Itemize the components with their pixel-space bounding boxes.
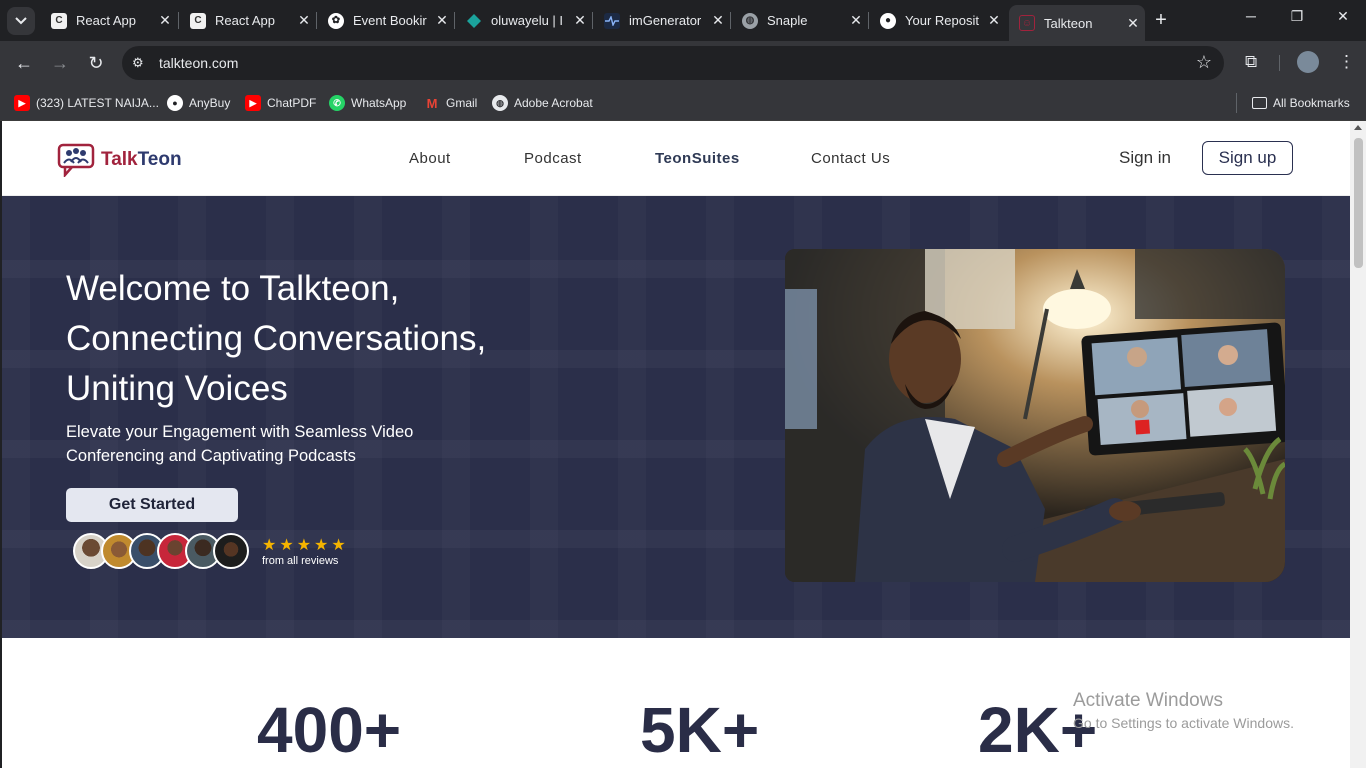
gmail-icon: M <box>426 95 438 111</box>
logo-text-primary: Talk <box>101 149 138 170</box>
rating-stars: ★ ★ ★ ★ ★ <box>262 535 346 555</box>
reviews-caption: from all reviews <box>262 555 339 567</box>
bookmarks-bar: ▶ (323) LATEST NAIJA... ● AnyBuy ▶ ChatP… <box>0 86 1366 121</box>
all-bookmarks[interactable]: All Bookmarks <box>1252 93 1350 113</box>
close-icon[interactable]: ✕ <box>1121 15 1145 32</box>
tab-event-booking[interactable]: ✿ Event Bookir ✕ <box>318 6 454 35</box>
forward-button[interactable]: → <box>48 52 72 76</box>
site-logo[interactable]: TalkTeon <box>57 143 182 177</box>
minimize-button[interactable]: ─ <box>1236 8 1266 24</box>
browser-toolbar: ← → ↻ ⚙ talkteon.com ☆ ⧉ ⋮ <box>0 41 1366 86</box>
sign-up-button[interactable]: Sign up <box>1202 141 1293 175</box>
profile-avatar[interactable] <box>1297 51 1319 73</box>
tab-react-app-2[interactable]: C React App ✕ <box>180 6 316 35</box>
close-icon[interactable]: ✕ <box>153 12 177 29</box>
star-icon: ★ <box>262 537 277 554</box>
whatsapp-icon: ✆ <box>329 95 345 111</box>
github-icon: ● <box>167 95 183 111</box>
chevron-down-icon <box>15 17 27 25</box>
star-icon: ★ <box>296 537 312 554</box>
star-icon: ★ <box>279 537 294 554</box>
logo-text-secondary: Teon <box>137 149 182 170</box>
back-button[interactable]: ← <box>12 52 36 76</box>
close-icon[interactable]: ✕ <box>706 12 730 29</box>
sign-in-link[interactable]: Sign in <box>1119 148 1171 168</box>
tab-imgenerator[interactable]: imGenerator ✕ <box>594 6 730 35</box>
folder-icon <box>1252 97 1267 109</box>
star-icon: ★ <box>331 537 346 554</box>
tab-talkteon[interactable]: ☺ Talkteon ✕ <box>1009 5 1145 41</box>
globe-icon: ◍ <box>742 12 758 29</box>
talkteon-icon: ☺ <box>1019 15 1035 31</box>
restore-button[interactable]: ❐ <box>1282 8 1312 25</box>
tab-oluwayelu[interactable]: oluwayelu | I ✕ <box>456 6 592 35</box>
github-icon: ● <box>880 12 896 29</box>
diamond-icon <box>466 13 482 29</box>
bookmark-gmail[interactable]: M Gmail <box>424 93 478 113</box>
globe-icon: ◍ <box>492 95 508 111</box>
stat-value: 400+ <box>257 694 402 766</box>
bookmark-star-icon[interactable]: ☆ <box>1196 52 1212 73</box>
extensions-icon[interactable]: ⧉ <box>1245 52 1257 72</box>
close-icon[interactable]: ✕ <box>982 12 1006 29</box>
pulse-icon <box>604 12 620 29</box>
talkteon-logo-icon <box>57 143 95 177</box>
close-icon[interactable]: ✕ <box>430 12 454 29</box>
reload-button[interactable]: ↻ <box>84 52 108 76</box>
tab-react-app-1[interactable]: C React App ✕ <box>41 6 177 35</box>
react-app-icon: C <box>190 12 206 29</box>
video-call-illustration <box>785 249 1285 582</box>
nav-podcast[interactable]: Podcast <box>524 150 582 167</box>
youtube-icon: ▶ <box>14 95 30 111</box>
nav-teonsuites[interactable]: TeonSuites <box>655 150 740 167</box>
react-app-icon: C <box>51 12 67 29</box>
bookmark-adobe-acrobat[interactable]: ◍ Adobe Acrobat <box>492 93 593 113</box>
close-icon[interactable]: ✕ <box>568 12 592 29</box>
bookmark-whatsapp[interactable]: ✆ WhatsApp <box>329 93 406 113</box>
activate-windows-title: Activate Windows <box>1073 690 1223 711</box>
tab-snaple[interactable]: ◍ Snaple ✕ <box>732 6 868 35</box>
close-icon[interactable]: ✕ <box>844 12 868 29</box>
more-menu-icon[interactable]: ⋮ <box>1338 52 1355 72</box>
new-tab-button[interactable]: + <box>1150 9 1172 31</box>
hero-section: Welcome to Talkteon, Connecting Conversa… <box>2 196 1350 638</box>
address-bar[interactable]: ⚙ talkteon.com ☆ <box>122 46 1224 80</box>
hero-image <box>785 249 1285 582</box>
close-icon[interactable]: ✕ <box>292 12 316 29</box>
hero-subtitle: Elevate your Engagement with Seamless Vi… <box>66 423 414 465</box>
youtube-icon: ▶ <box>245 95 261 111</box>
scroll-up-arrow-icon[interactable] <box>1354 125 1362 130</box>
nav-about[interactable]: About <box>409 150 451 167</box>
hero-title: Welcome to Talkteon, Connecting Conversa… <box>66 269 487 408</box>
activate-windows-subtitle: Go to Settings to activate Windows. <box>1073 715 1294 731</box>
chatgpt-icon: ✿ <box>328 12 344 29</box>
star-icon: ★ <box>314 537 329 554</box>
site-info-icon[interactable]: ⚙ <box>132 55 148 71</box>
avatar <box>213 533 249 569</box>
page-viewport: TalkTeon About Podcast TeonSuites Contac… <box>2 121 1350 768</box>
tab-strip: C React App ✕ C React App ✕ ✿ Event Book… <box>0 0 1366 41</box>
nav-contact-us[interactable]: Contact Us <box>811 150 890 167</box>
stat-value: 5K+ <box>640 694 760 766</box>
bookmark-latest-naija[interactable]: ▶ (323) LATEST NAIJA... <box>14 93 159 113</box>
url-text[interactable]: talkteon.com <box>159 55 238 71</box>
reviewer-avatars <box>73 533 249 569</box>
close-window-button[interactable]: ✕ <box>1328 8 1358 25</box>
page-scrollbar[interactable] <box>1350 121 1366 768</box>
tab-github-repos[interactable]: ● Your Reposit ✕ <box>870 6 1006 35</box>
bookmark-chatpdf[interactable]: ▶ ChatPDF <box>245 93 316 113</box>
get-started-button[interactable]: Get Started <box>66 488 238 522</box>
site-header: TalkTeon About Podcast TeonSuites Contac… <box>2 121 1350 196</box>
scroll-thumb[interactable] <box>1354 138 1363 268</box>
tab-search-button[interactable] <box>7 7 35 35</box>
bookmark-anybuy[interactable]: ● AnyBuy <box>167 93 230 113</box>
